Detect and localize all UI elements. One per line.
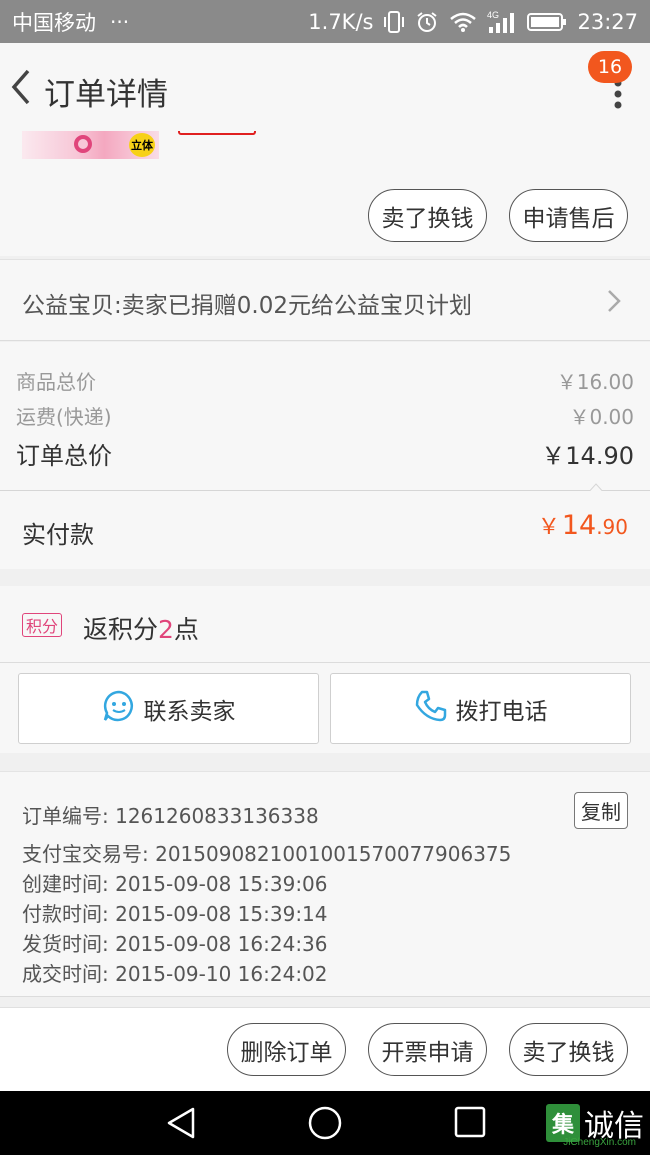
completed-time: 成交时间: 2015-09-10 16:24:02 bbox=[22, 962, 328, 986]
invoice-request-button[interactable]: 开票申请 bbox=[368, 1023, 487, 1076]
contact-seller-button[interactable]: 联系卖家 bbox=[18, 673, 319, 744]
points-badge: 积分 bbox=[22, 613, 63, 637]
vibrate-icon bbox=[383, 10, 405, 34]
shipping-value: ￥0.00 bbox=[569, 405, 634, 429]
thumbnail-ring bbox=[74, 135, 92, 153]
bottom-action-bar: 删除订单 开票申请 卖了换钱 bbox=[0, 1007, 650, 1091]
call-phone-label: 拨打电话 bbox=[455, 698, 548, 725]
phone-icon bbox=[414, 689, 448, 729]
chat-bubble-icon bbox=[102, 689, 136, 729]
points-prefix: 返积分 bbox=[83, 615, 159, 644]
goods-total-value: ￥16.00 bbox=[556, 370, 634, 394]
wifi-icon bbox=[449, 11, 477, 33]
call-phone-button[interactable]: 拨打电话 bbox=[330, 673, 631, 744]
signal-icon: 4G bbox=[487, 9, 517, 35]
paid-row: 实付款 ￥ 14 .90 bbox=[0, 491, 650, 569]
system-nav-bar: 集 诚信 JiChengXin.com bbox=[0, 1091, 650, 1155]
app-header: 订单详情 16 bbox=[0, 43, 650, 131]
product-thumbnail[interactable]: 立体 bbox=[22, 131, 159, 159]
order-total-value: ￥14.90 bbox=[541, 442, 634, 470]
points-count: 2 bbox=[158, 615, 174, 644]
contact-seller-label: 联系卖家 bbox=[143, 698, 236, 725]
chevron-right-icon bbox=[606, 288, 622, 314]
points-suffix: 点 bbox=[173, 615, 199, 644]
charity-row[interactable]: 公益宝贝:卖家已捐赠0.02元给公益宝贝计划 bbox=[0, 259, 650, 341]
goods-total-label: 商品总价 bbox=[16, 370, 96, 394]
order-total-label: 订单总价 bbox=[16, 442, 112, 470]
carrier-name: 中国移动 bbox=[12, 10, 96, 35]
shipping-row: 运费(快递) ￥0.00 bbox=[16, 401, 634, 430]
order-total-row: 订单总价 ￥14.90 bbox=[16, 436, 634, 471]
notification-dots: ··· bbox=[110, 9, 130, 34]
page-title: 订单详情 bbox=[44, 77, 168, 113]
notification-badge: 16 bbox=[588, 51, 632, 83]
alipay-number: 支付宝交易号: 2015090821001001570077906375 bbox=[22, 842, 512, 866]
more-menu-icon[interactable] bbox=[614, 79, 622, 109]
shipped-time: 发货时间: 2015-09-08 16:24:36 bbox=[22, 932, 328, 956]
paid-decimal: .90 bbox=[596, 515, 628, 539]
nav-back-icon[interactable] bbox=[164, 1105, 198, 1145]
points-text: 返积分2点 bbox=[83, 610, 199, 646]
copy-button[interactable]: 复制 bbox=[574, 792, 628, 829]
paid-label: 实付款 bbox=[22, 521, 94, 549]
points-row: 积分 返积分2点 bbox=[0, 586, 650, 663]
clock: 23:27 bbox=[577, 9, 638, 34]
sell-for-cash-bottom-button[interactable]: 卖了换钱 bbox=[509, 1023, 628, 1076]
charity-text: 公益宝贝:卖家已捐赠0.02元给公益宝贝计划 bbox=[22, 293, 472, 319]
paid-time: 付款时间: 2015-09-08 15:39:14 bbox=[22, 902, 328, 926]
paid-integer: 14 bbox=[561, 510, 597, 541]
order-info: 订单编号: 1261260833136338 支付宝交易号: 201509082… bbox=[0, 771, 650, 997]
contact-section: 联系卖家 拨打电话 bbox=[0, 663, 650, 753]
thumbnail-stamp: 立体 bbox=[129, 133, 155, 157]
back-arrow-icon[interactable] bbox=[6, 65, 36, 109]
paid-amount: ￥ 14 .90 bbox=[538, 509, 628, 541]
product-tag bbox=[178, 131, 256, 135]
sell-for-cash-button[interactable]: 卖了换钱 bbox=[368, 189, 487, 242]
goods-total-row: 商品总价 ￥16.00 bbox=[16, 366, 634, 395]
nav-recents-icon[interactable] bbox=[454, 1105, 486, 1143]
watermark-url: JiChengXin.com bbox=[563, 1137, 636, 1148]
order-number: 订单编号: 1261260833136338 bbox=[22, 804, 319, 828]
paid-currency: ￥ bbox=[537, 515, 560, 540]
network-speed: 1.7K/s bbox=[308, 9, 374, 34]
alarm-icon bbox=[415, 10, 439, 34]
battery-icon bbox=[527, 12, 567, 32]
shipping-label: 运费(快递) bbox=[16, 405, 112, 429]
delete-order-button[interactable]: 删除订单 bbox=[227, 1023, 346, 1076]
nav-home-icon[interactable] bbox=[307, 1105, 343, 1145]
network-type: 4G bbox=[487, 10, 499, 20]
created-time: 创建时间: 2015-09-08 15:39:06 bbox=[22, 872, 328, 896]
product-section: 立体 卖了换钱 申请售后 bbox=[0, 131, 650, 256]
after-sale-button[interactable]: 申请售后 bbox=[509, 189, 628, 242]
price-summary: 商品总价 ￥16.00 运费(快递) ￥0.00 订单总价 ￥14.90 bbox=[0, 342, 650, 491]
status-bar: 中国移动 ··· 1.7K/s 4G 23:27 bbox=[0, 0, 650, 43]
